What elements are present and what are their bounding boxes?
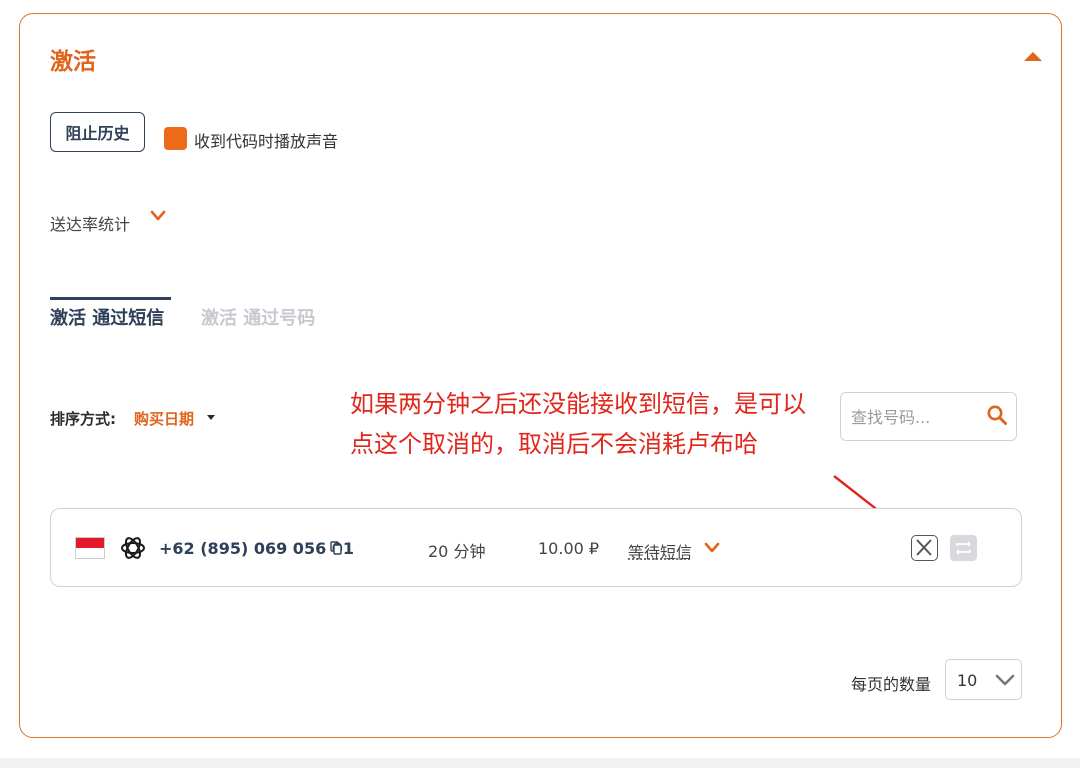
cancel-button[interactable] xyxy=(911,535,938,561)
flag-indonesia-icon xyxy=(75,537,105,559)
caret-down-icon[interactable] xyxy=(207,415,215,420)
phone-number: +62 (895) 069 056 01 xyxy=(159,539,355,558)
active-tab-indicator xyxy=(50,297,171,300)
panel-title: 激活 xyxy=(50,49,96,75)
activation-panel xyxy=(19,13,1062,738)
chevron-down-icon[interactable] xyxy=(704,541,720,555)
search-box xyxy=(840,392,1017,441)
search-input[interactable] xyxy=(851,404,979,430)
activation-duration: 20 分钟 xyxy=(428,542,486,561)
activation-price: 10.00 ₽ xyxy=(538,539,600,558)
chevron-down-icon[interactable] xyxy=(150,209,166,223)
repeat-button[interactable] xyxy=(950,535,977,561)
page-bottom-band xyxy=(0,758,1080,768)
sort-label: 排序方式: xyxy=(50,410,116,428)
collapse-arrow-icon[interactable] xyxy=(1024,52,1042,61)
annotation-note: 如果两分钟之后还没能接收到短信，是可以点这个取消的，取消后不会消耗卢布哈 xyxy=(350,390,806,458)
activation-status[interactable]: 等待短信 xyxy=(628,539,692,563)
per-page-label: 每页的数量 xyxy=(851,675,932,694)
sort-dropdown[interactable]: 购买日期 xyxy=(134,408,194,429)
history-button[interactable]: 阻止历史 xyxy=(50,112,145,152)
close-icon xyxy=(916,539,932,556)
tab-sms-activation[interactable]: 激活 通过短信 xyxy=(50,304,164,330)
delivery-stats-label[interactable]: 送达率统计 xyxy=(50,211,130,235)
copy-icon[interactable] xyxy=(330,541,342,555)
search-icon[interactable] xyxy=(986,404,1008,426)
per-page-select[interactable]: 10 xyxy=(945,659,1022,700)
repeat-icon xyxy=(956,541,971,555)
sound-checkbox[interactable] xyxy=(164,127,187,150)
sound-checkbox-label: 收到代码时播放声音 xyxy=(194,132,339,151)
chevron-down-icon xyxy=(995,674,1015,686)
openai-icon xyxy=(121,537,145,559)
tab-number-activation[interactable]: 激活 通过号码 xyxy=(201,304,315,330)
per-page-value: 10 xyxy=(957,671,978,690)
